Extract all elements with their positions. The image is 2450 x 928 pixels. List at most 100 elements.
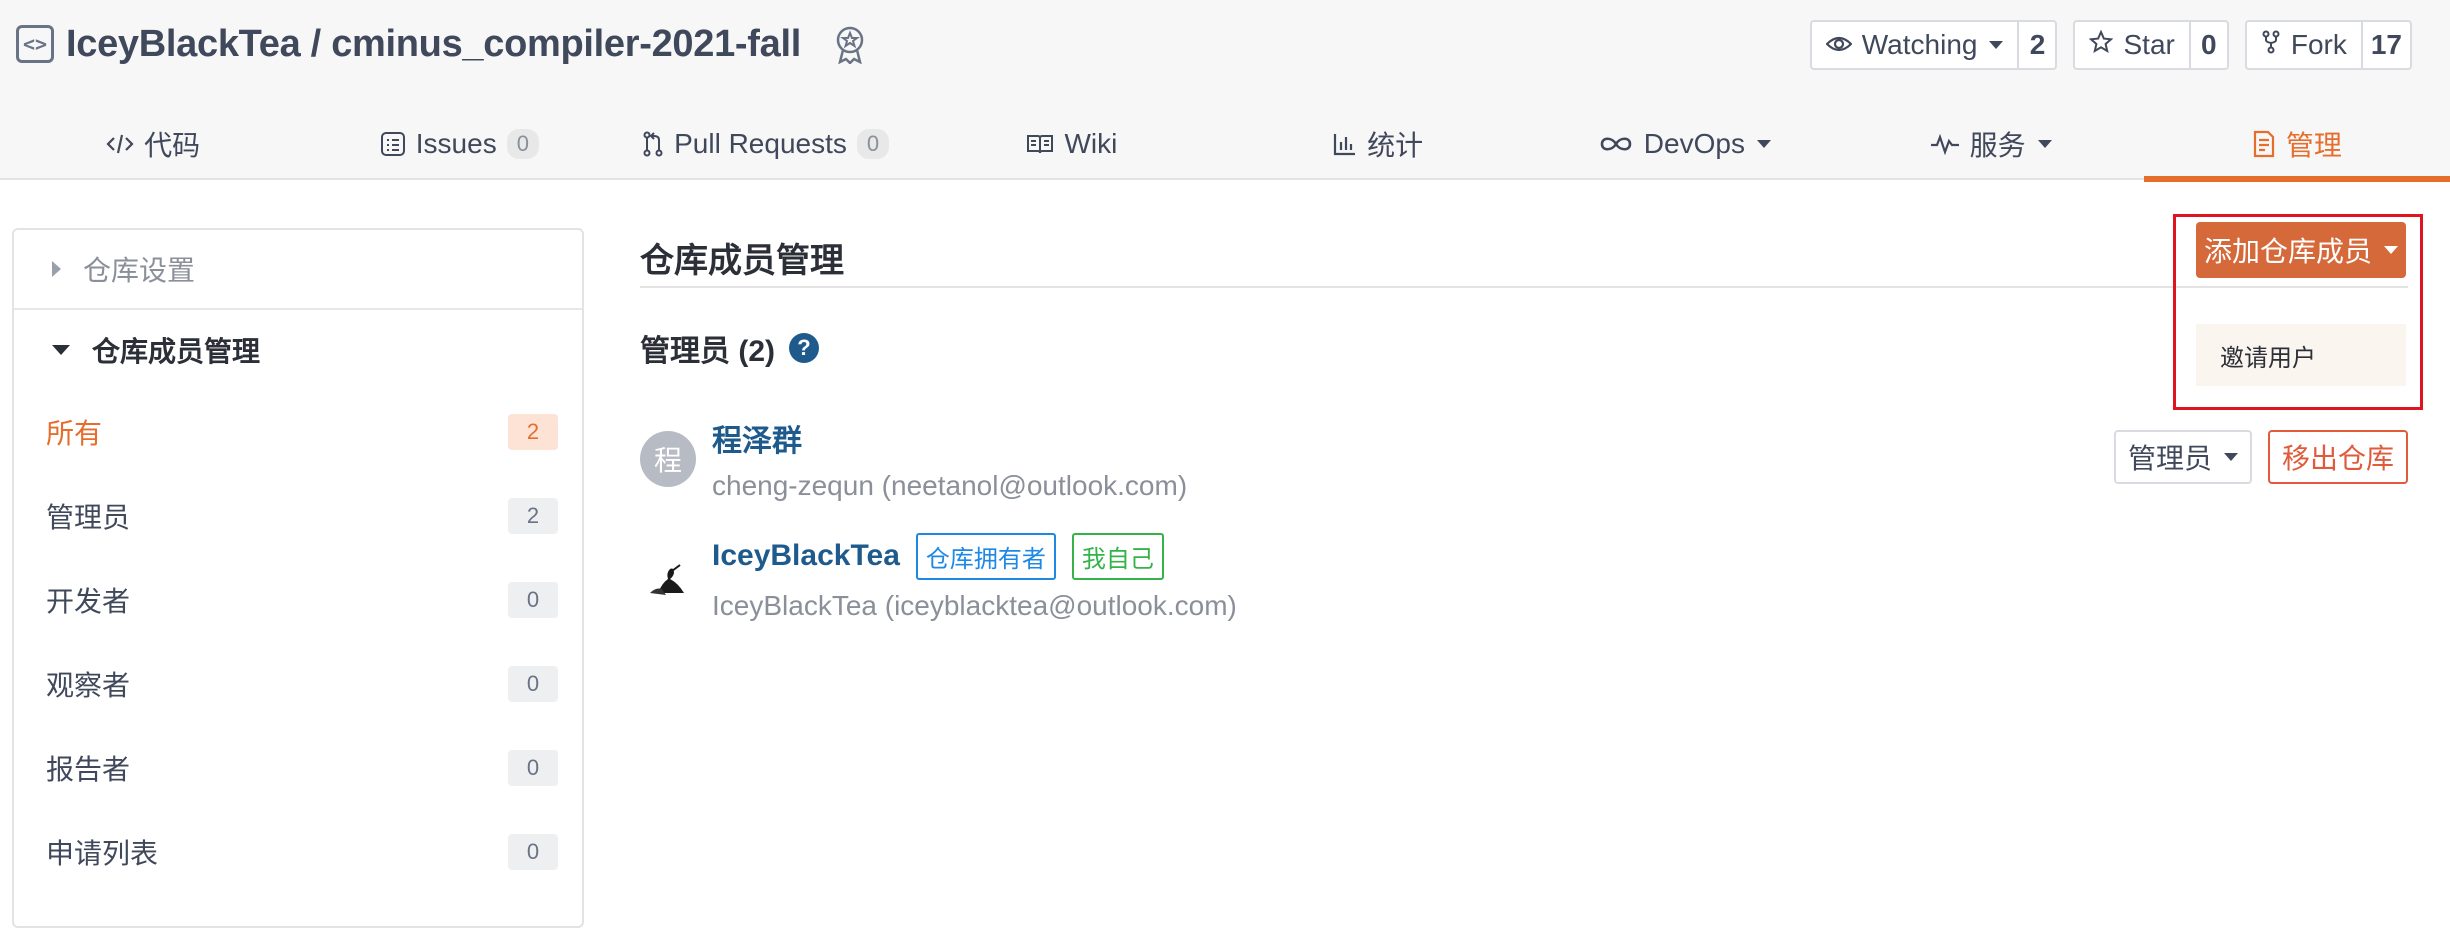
tab-label: 统计 [1367, 130, 1424, 161]
member-info: 程泽群 cheng-zequn (neetanol@outlook.com) [712, 416, 1187, 502]
member-actions: 管理员 移出仓库 [2113, 430, 2408, 484]
sidebar-item-count: 0 [508, 666, 558, 702]
star-count[interactable]: 0 [2188, 22, 2227, 68]
member-account: cheng-zequn (neetanol@outlook.com) [712, 470, 1188, 501]
member-name-row: 程泽群 [712, 416, 1187, 460]
fork-label: Fork [2290, 29, 2347, 60]
sidebar-section-label: 仓库设置 [83, 255, 196, 286]
code-repo-icon: <> [16, 25, 54, 63]
chevron-down-icon [2037, 140, 2052, 148]
pull-request-icon [642, 131, 664, 157]
sidebar-item-count: 0 [508, 750, 558, 786]
role-select-value: 管理员 [2127, 443, 2212, 474]
fork-button[interactable]: Fork [2247, 22, 2361, 68]
member-account: IceyBlackTea (iceyblacktea@outlook.com) [712, 589, 1237, 621]
panel-header: 仓库成员管理 [640, 228, 2408, 288]
sidebar-item-count: 0 [508, 834, 558, 870]
tab-label: DevOps [1643, 128, 1745, 159]
sidebar-item-label: 申请列表 [46, 838, 159, 869]
sidebar-item-label: 所有 [46, 418, 103, 449]
eye-icon [1825, 29, 1853, 61]
caret-right-icon [52, 261, 61, 277]
invite-user-menu-item[interactable]: 邀请用户 [2196, 324, 2406, 386]
watch-label: Watching [1861, 29, 1978, 60]
chevron-down-icon [2384, 246, 2398, 254]
fork-icon [2261, 29, 2281, 61]
help-icon[interactable]: ? [789, 333, 819, 363]
tab-issues[interactable]: Issues 0 [306, 108, 612, 180]
sidebar-item-observers[interactable]: 观察者 0 [14, 642, 582, 726]
fork-count[interactable]: 17 [2360, 22, 2410, 68]
chevron-down-icon [1756, 140, 1771, 148]
tab-pull-requests[interactable]: Pull Requests 0 [613, 108, 919, 180]
star-icon [2089, 29, 2114, 61]
sidebar-item-all[interactable]: 所有 2 [14, 390, 582, 474]
add-member-button[interactable]: 添加仓库成员 [2196, 222, 2406, 278]
avatar[interactable] [640, 549, 696, 605]
repo-tabs: 代码 Issues 0 Pull Requests 0 Wiki 统计 DevO… [0, 108, 2450, 182]
issue-icon [380, 131, 406, 157]
tab-label: 管理 [2285, 130, 2342, 161]
tab-label: Issues [415, 128, 497, 159]
repo-title-row: <> IceyBlackTea / cminus_compiler-2021-f… [16, 14, 871, 74]
settings-sidebar: 仓库设置 仓库成员管理 所有 2 管理员 2 开发者 0 观察者 0 报告者 0… [12, 228, 584, 928]
tab-manage[interactable]: 管理 [2143, 108, 2450, 182]
tab-label: 服务 [1969, 130, 2026, 161]
tab-devops[interactable]: DevOps [1531, 108, 1837, 180]
book-icon [1026, 133, 1054, 155]
sidebar-item-developers[interactable]: 开发者 0 [14, 558, 582, 642]
watch-count[interactable]: 2 [2017, 22, 2055, 68]
star-label: Star [2123, 29, 2175, 60]
watch-group: Watching 2 [1809, 20, 2058, 70]
sidebar-section-members[interactable]: 仓库成员管理 [14, 310, 582, 390]
sidebar-item-count: 2 [508, 414, 558, 450]
owner-tag: 仓库拥有者 [915, 532, 1056, 580]
avatar[interactable]: 程 [640, 431, 696, 487]
tab-code[interactable]: 代码 [0, 108, 306, 180]
tab-stats[interactable]: 统计 [1225, 108, 1531, 180]
page-title: 仓库成员管理 [640, 241, 844, 280]
member-name-link[interactable]: 程泽群 [712, 416, 802, 460]
member-row: 程 程泽群 cheng-zequn (neetanol@outlook.com)… [640, 400, 2408, 518]
fork-group: Fork 17 [2244, 20, 2412, 70]
pulse-icon [1930, 133, 1960, 155]
watch-button[interactable]: Watching [1812, 22, 2018, 68]
sidebar-item-admins[interactable]: 管理员 2 [14, 474, 582, 558]
remove-member-button[interactable]: 移出仓库 [2267, 430, 2408, 484]
members-panel: 仓库成员管理 管理员 (2) ? 程 程泽群 cheng-zequn (neet… [640, 228, 2408, 636]
role-select[interactable]: 管理员 [2113, 430, 2252, 484]
star-button[interactable]: Star [2075, 22, 2188, 68]
sidebar-item-count: 2 [508, 498, 558, 534]
member-name-row: IceyBlackTea 仓库拥有者 我自己 [712, 532, 1237, 580]
code-icon [106, 132, 134, 156]
group-title-label: 管理员 (2) [640, 335, 775, 368]
tab-services[interactable]: 服务 [1838, 108, 2144, 180]
bar-chart-icon [1333, 132, 1357, 156]
issues-count: 0 [506, 129, 539, 159]
tab-wiki[interactable]: Wiki [919, 108, 1225, 180]
member-info: IceyBlackTea 仓库拥有者 我自己 IceyBlackTea (ice… [712, 532, 1237, 622]
pull-requests-count: 0 [856, 129, 890, 159]
award-badge-icon[interactable] [829, 23, 871, 65]
tab-label: Pull Requests [674, 128, 847, 159]
sidebar-item-count: 0 [508, 582, 558, 618]
repo-title[interactable]: IceyBlackTea / cminus_compiler-2021-fall [66, 23, 801, 66]
sidebar-section-repo-settings[interactable]: 仓库设置 [14, 230, 582, 310]
infinity-icon [1598, 134, 1634, 154]
self-tag: 我自己 [1071, 532, 1164, 580]
sidebar-item-label: 观察者 [46, 670, 131, 701]
sidebar-item-label: 管理员 [46, 502, 131, 533]
member-row: IceyBlackTea 仓库拥有者 我自己 IceyBlackTea (ice… [640, 518, 2408, 636]
sidebar-item-label: 报告者 [46, 754, 131, 785]
sidebar-item-applications[interactable]: 申请列表 0 [14, 810, 582, 894]
star-group: Star 0 [2073, 20, 2229, 70]
repo-header: <> IceyBlackTea / cminus_compiler-2021-f… [0, 0, 2450, 182]
group-title: 管理员 (2) ? [640, 326, 2408, 370]
member-name-link[interactable]: IceyBlackTea [712, 539, 900, 573]
add-member-dropdown: 邀请用户 [2196, 290, 2406, 402]
add-member-label: 添加仓库成员 [2203, 236, 2372, 267]
sidebar-item-reporters[interactable]: 报告者 0 [14, 726, 582, 810]
caret-down-icon [52, 345, 70, 355]
sidebar-section-label: 仓库成员管理 [92, 336, 261, 367]
tab-label: Wiki [1064, 128, 1118, 159]
